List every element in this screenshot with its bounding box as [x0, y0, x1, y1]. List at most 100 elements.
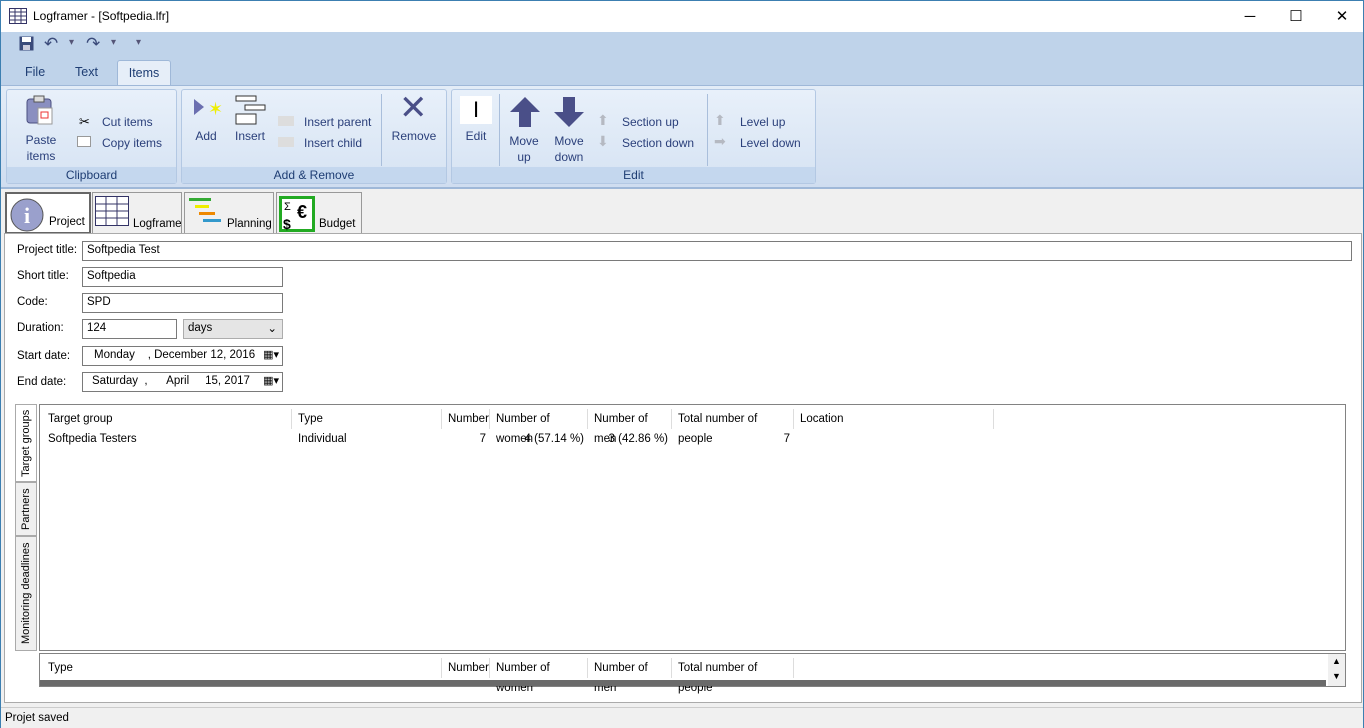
table-row[interactable]: Softpedia Testers Individual 7 4 (57.14 …: [40, 430, 1345, 450]
scissors-icon: ✂: [79, 114, 90, 129]
add-button[interactable]: Add: [190, 128, 222, 144]
tab-logframe[interactable]: Logframe: [92, 192, 182, 234]
cut-items-button[interactable]: Cut items: [102, 115, 153, 129]
minimize-button[interactable]: ─: [1227, 1, 1273, 32]
start-date-value: Monday , December 12, 2016: [94, 349, 256, 361]
side-tab-monitoring-deadlines[interactable]: Monitoring deadlines: [15, 536, 37, 651]
code-label: Code:: [17, 296, 48, 308]
duration-input[interactable]: 124: [82, 319, 177, 339]
paste-label: Paste: [25, 133, 57, 147]
arrow-up-icon: [510, 97, 540, 127]
vertical-scrollbar[interactable]: ▲ ▼: [1328, 654, 1345, 686]
ribbon: Paste items ✂ Cut items Copy items Clipbo…: [1, 85, 1363, 189]
undo-icon[interactable]: ↶: [44, 34, 58, 54]
info-icon: i: [10, 198, 44, 232]
svg-text:✶: ✶: [208, 99, 222, 119]
section-up-button[interactable]: Section up: [622, 115, 679, 129]
column-header[interactable]: Type: [42, 658, 442, 678]
target-groups-grid: Target group Type Number Number of women…: [39, 404, 1346, 651]
tab-file[interactable]: File: [15, 60, 55, 85]
add-icon: ✶: [194, 99, 222, 119]
status-bar: Projet saved: [1, 707, 1363, 728]
copy-icon: [77, 136, 91, 147]
redo-dropdown-icon[interactable]: ▾: [111, 37, 116, 48]
edit-button[interactable]: Edit: [458, 128, 494, 144]
scroll-up-icon[interactable]: ▲: [1328, 654, 1345, 669]
page-tabs: i Project Logframe Planning Σ € $ Budget: [1, 190, 1363, 234]
tab-planning-label: Planning: [227, 218, 272, 230]
add-remove-group: ✶ Add Insert Insert parent Insert child …: [181, 89, 447, 184]
move-up-button[interactable]: Move up: [504, 133, 544, 165]
column-header[interactable]: Total number of people: [672, 409, 794, 445]
insert-button[interactable]: Insert: [232, 128, 268, 144]
cell-total: 7: [783, 433, 790, 445]
edit-label: Edit: [452, 167, 815, 183]
paste-items-button[interactable]: Paste items: [21, 132, 61, 164]
tab-items[interactable]: Items: [117, 60, 171, 85]
maximize-button[interactable]: ☐: [1273, 1, 1319, 32]
text-cursor-icon: I: [460, 96, 492, 124]
tab-project[interactable]: i Project: [5, 192, 91, 234]
budget-icon: Σ € $: [279, 196, 315, 232]
redo-icon[interactable]: ↷: [86, 34, 100, 54]
column-header[interactable]: Number of men: [588, 658, 672, 694]
short-title-input[interactable]: Softpedia: [82, 267, 283, 287]
insert-icon: [235, 95, 266, 125]
remove-button[interactable]: Remove: [389, 128, 439, 144]
window-title: Logframer - [Softpedia.lfr]: [33, 9, 170, 23]
tab-text[interactable]: Text: [65, 60, 108, 85]
side-tab-partners[interactable]: Partners: [15, 482, 37, 536]
column-header[interactable]: Number: [442, 658, 490, 678]
end-date-label: End date:: [17, 376, 67, 388]
column-header[interactable]: Number of men: [588, 409, 672, 445]
insert-child-button[interactable]: Insert child: [304, 136, 362, 150]
table-row[interactable]: [40, 680, 1326, 686]
project-title-input[interactable]: Softpedia Test: [82, 241, 1352, 261]
column-header[interactable]: Number of women: [490, 409, 588, 445]
level-up-icon: ⬆: [714, 112, 726, 128]
paste-icon: [26, 95, 53, 125]
duration-label: Duration:: [17, 322, 64, 334]
short-title-label: Short title:: [17, 270, 69, 282]
copy-items-button[interactable]: Copy items: [102, 136, 162, 150]
divider: [707, 94, 708, 166]
insert-parent-button[interactable]: Insert parent: [304, 115, 371, 129]
column-header[interactable]: Number: [442, 409, 490, 429]
customize-qat-icon[interactable]: ▾: [136, 37, 141, 48]
scroll-down-icon[interactable]: ▼: [1328, 669, 1345, 684]
summary-grid: Type Number Number of women Number of me…: [39, 653, 1346, 694]
close-button[interactable]: ✕: [1319, 1, 1364, 32]
status-text: Projet saved: [5, 712, 69, 724]
duration-unit-value: days: [188, 322, 213, 334]
insert-parent-icon: [278, 116, 294, 126]
app-grid-icon: [9, 8, 27, 24]
project-title-label: Project title:: [17, 244, 78, 256]
column-header[interactable]: Total number of people: [672, 658, 794, 694]
end-date-picker[interactable]: Saturday , April 15, 2017 ▦▾: [82, 372, 283, 392]
move-down-button[interactable]: Move down: [548, 133, 590, 165]
column-header[interactable]: Target group: [42, 409, 292, 429]
start-date-picker[interactable]: Monday , December 12, 2016 ▦▾: [82, 346, 283, 366]
calendar-icon[interactable]: ▦▾: [263, 374, 279, 387]
tab-planning[interactable]: Planning: [184, 192, 274, 234]
section-down-button[interactable]: Section down: [622, 136, 694, 150]
column-header[interactable]: Number of women: [490, 658, 588, 694]
code-input[interactable]: SPD: [82, 293, 283, 313]
calendar-icon[interactable]: ▦▾: [263, 348, 279, 361]
clipboard-group: Paste items ✂ Cut items Copy items Clipbo…: [6, 89, 177, 184]
move-down-label-2: down: [554, 150, 584, 164]
add-remove-label: Add & Remove: [182, 167, 446, 183]
save-icon[interactable]: [19, 36, 34, 51]
divider: [381, 94, 382, 166]
tab-budget[interactable]: Σ € $ Budget: [276, 192, 362, 234]
undo-dropdown-icon[interactable]: ▾: [69, 37, 74, 48]
column-header[interactable]: Location: [794, 409, 994, 429]
side-tab-target-groups[interactable]: Target groups: [15, 404, 37, 482]
move-up-label: Move: [509, 134, 539, 148]
title-bar: Logframer - [Softpedia.lfr] ─ ☐ ✕: [1, 1, 1363, 32]
level-up-button[interactable]: Level up: [740, 115, 785, 129]
column-header[interactable]: Type: [292, 409, 442, 429]
duration-unit-select[interactable]: days ⌄: [183, 319, 283, 339]
chevron-down-icon: ⌄: [267, 323, 277, 335]
level-down-button[interactable]: Level down: [740, 136, 801, 150]
